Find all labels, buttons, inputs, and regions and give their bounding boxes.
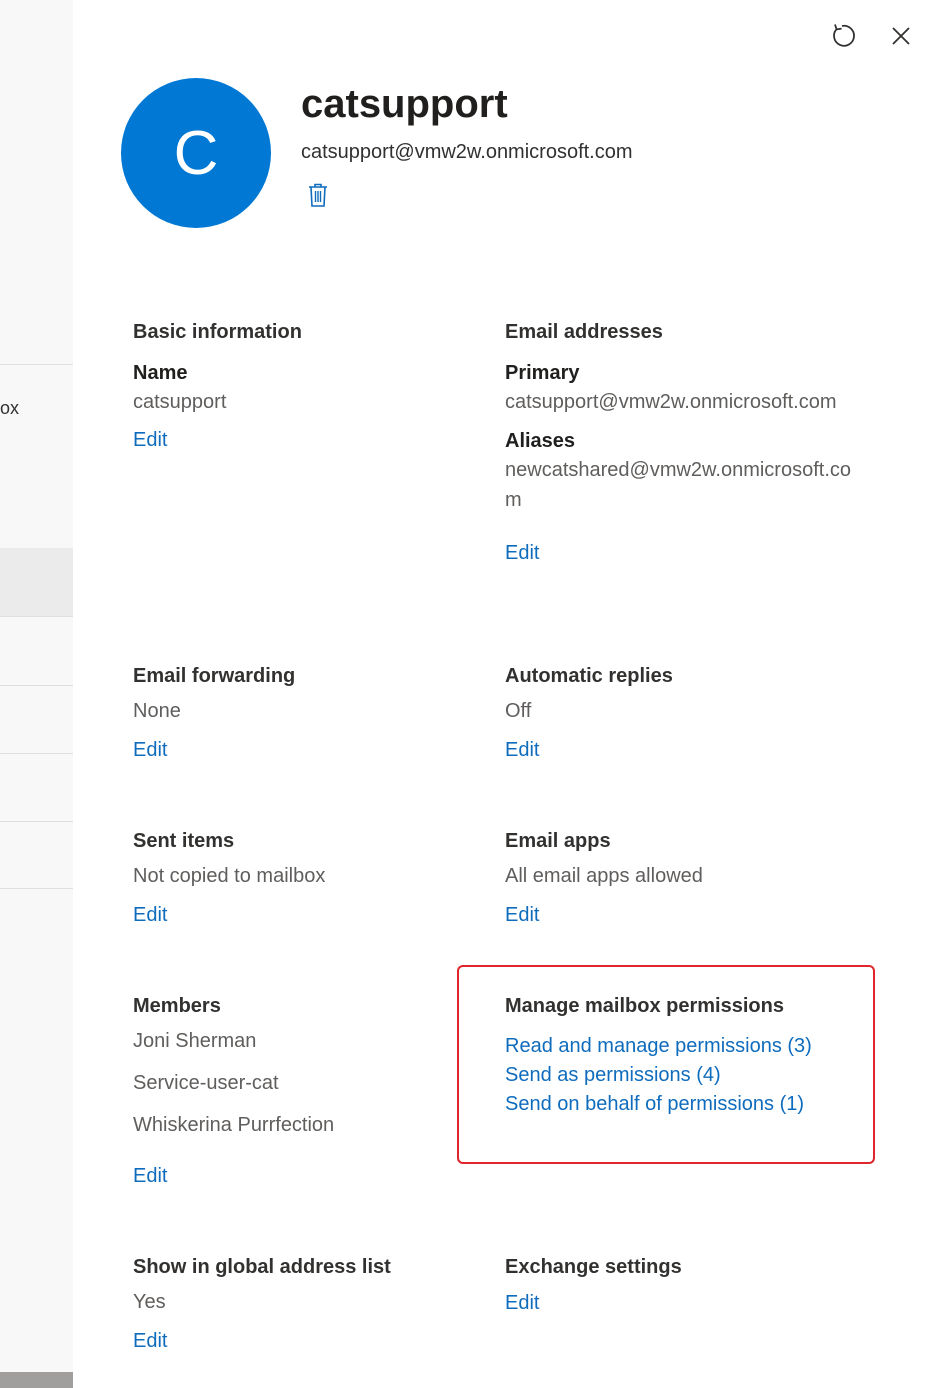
member-item: Joni Sherman bbox=[133, 1030, 257, 1052]
exchange-settings-section: Exchange settings Edit bbox=[505, 1253, 855, 1317]
edit-email-apps-link[interactable]: Edit bbox=[505, 901, 539, 929]
page-title: catsupport bbox=[301, 82, 508, 126]
section-heading: Show in global address list bbox=[133, 1256, 391, 1278]
close-icon bbox=[892, 27, 910, 45]
edit-email-forwarding-link[interactable]: Edit bbox=[133, 736, 167, 764]
member-item: Whiskerina Purrfection bbox=[133, 1114, 335, 1136]
edit-automatic-replies-link[interactable]: Edit bbox=[505, 736, 539, 764]
mailbox-email: catsupport@vmw2w.onmicrosoft.com bbox=[301, 141, 633, 163]
divider bbox=[0, 685, 73, 686]
divider bbox=[0, 888, 73, 889]
background-selected-row[interactable] bbox=[0, 548, 73, 616]
delete-button[interactable] bbox=[306, 182, 330, 208]
primary-label: Primary bbox=[505, 362, 580, 384]
email-apps-value: All email apps allowed bbox=[505, 865, 703, 887]
refresh-icon bbox=[833, 24, 855, 47]
sent-items-section: Sent items Not copied to mailbox Edit bbox=[133, 827, 483, 929]
email-forwarding-section: Email forwarding None Edit bbox=[133, 662, 483, 764]
section-heading: Email addresses bbox=[505, 321, 663, 343]
section-heading: Sent items bbox=[133, 830, 235, 852]
name-label: Name bbox=[133, 362, 188, 384]
avatar-initial: C bbox=[173, 118, 219, 188]
member-item: Service-user-cat bbox=[133, 1072, 279, 1094]
edit-email-addresses-link[interactable]: Edit bbox=[505, 539, 539, 567]
edit-name-link[interactable]: Edit bbox=[133, 426, 167, 454]
edit-members-link[interactable]: Edit bbox=[133, 1162, 167, 1190]
global-address-list-value: Yes bbox=[133, 1291, 166, 1313]
edit-global-address-list-link[interactable]: Edit bbox=[133, 1327, 167, 1355]
edit-sent-items-link[interactable]: Edit bbox=[133, 901, 167, 929]
email-apps-section: Email apps All email apps allowed Edit bbox=[505, 827, 855, 929]
divider bbox=[0, 616, 73, 617]
section-heading: Automatic replies bbox=[505, 665, 673, 687]
automatic-replies-section: Automatic replies Off Edit bbox=[505, 662, 855, 764]
email-forwarding-value: None bbox=[133, 700, 181, 722]
email-addresses-section: Email addresses Primary catsupport@vmw2w… bbox=[505, 318, 855, 567]
members-section: Members Joni Sherman Service-user-cat Wh… bbox=[133, 992, 483, 1190]
section-heading: Email forwarding bbox=[133, 665, 296, 687]
automatic-replies-value: Off bbox=[505, 700, 532, 722]
global-address-list-section: Show in global address list Yes Edit bbox=[133, 1253, 483, 1355]
trash-icon bbox=[309, 183, 327, 207]
basic-information-section: Basic information Name catsupport Edit bbox=[133, 318, 483, 454]
divider bbox=[0, 753, 73, 754]
background-text-fragment: ox bbox=[0, 398, 20, 418]
section-heading: Exchange settings bbox=[505, 1256, 682, 1278]
aliases-label: Aliases bbox=[505, 430, 576, 452]
section-heading: Basic information bbox=[133, 321, 302, 343]
alias-email-value: newcatshared@vmw2w.onmicrosoft.com bbox=[505, 459, 851, 511]
background-page: ox bbox=[0, 0, 73, 1388]
avatar: C bbox=[121, 78, 271, 228]
refresh-button[interactable] bbox=[826, 20, 858, 52]
close-button[interactable] bbox=[885, 20, 917, 52]
name-value: catsupport bbox=[133, 391, 227, 413]
edit-exchange-settings-link[interactable]: Edit bbox=[505, 1289, 539, 1317]
section-heading: Email apps bbox=[505, 830, 611, 852]
highlight-box bbox=[457, 965, 875, 1164]
section-heading: Members bbox=[133, 995, 221, 1017]
divider bbox=[0, 821, 73, 822]
sent-items-value: Not copied to mailbox bbox=[133, 865, 326, 887]
background-scrollbar[interactable] bbox=[0, 1372, 73, 1388]
mailbox-details-panel: C catsupport catsupport@vmw2w.onmicrosof… bbox=[73, 0, 937, 1388]
divider bbox=[0, 364, 73, 365]
primary-email-value: catsupport@vmw2w.onmicrosoft.com bbox=[505, 391, 837, 413]
